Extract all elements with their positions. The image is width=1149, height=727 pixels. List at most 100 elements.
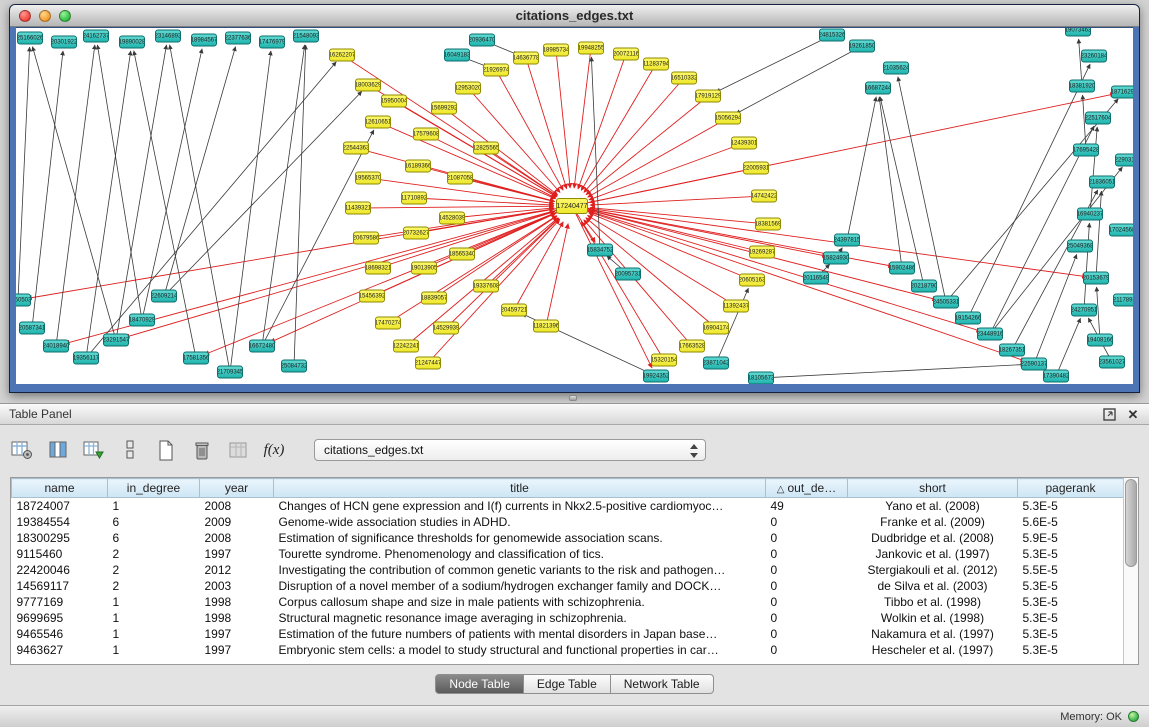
graph-node[interactable]: 15056294 [715,112,741,125]
table-cell[interactable]: Dudbridge et al. (2008) [848,530,1018,546]
table-row[interactable]: 946362711997Embryonic stem cells: a mode… [12,642,1124,658]
table-cell[interactable]: 0 [766,642,848,658]
graph-node[interactable]: 20116549 [803,272,829,285]
table-cell[interactable]: de Silva et al. (2003) [848,578,1018,594]
table-cell[interactable]: Tourette syndrome. Phenomenology and cla… [274,546,766,562]
graph-node[interactable]: 19154266 [955,312,981,325]
table-cell[interactable]: 49 [766,498,848,514]
graph-node[interactable]: 16672480 [249,340,275,353]
graph-node[interactable]: 24397815 [834,234,860,247]
graph-node[interactable]: 17579608 [413,128,439,141]
graph-node[interactable]: 12610651 [365,116,391,129]
table-cell[interactable]: Nakamura et al. (1997) [848,626,1018,642]
graph-node[interactable]: 24270951 [1071,304,1097,317]
minimize-window-button[interactable] [39,10,51,22]
table-cell[interactable]: 6 [108,530,200,546]
graph-node[interactable]: 24018940 [43,340,69,353]
table-cell[interactable]: 6 [108,514,200,530]
graph-node[interactable]: 18984567 [191,34,217,47]
table-cell[interactable]: 1 [108,626,200,642]
row-height-icon[interactable] [118,438,142,462]
graph-node[interactable]: 22517604 [1085,112,1111,125]
graph-node[interactable]: 19408166 [1087,334,1113,347]
column-header-in_degree[interactable]: in_degree [108,479,200,498]
graph-node[interactable]: 17024568 [1109,224,1133,237]
graph-node[interactable]: 21087058 [447,172,473,185]
graph-node[interactable]: 18105673 [748,372,774,385]
graph-node[interactable]: 21926974 [483,64,509,77]
graph-node[interactable]: 25084732 [281,360,307,373]
graph-node[interactable]: 18985734 [543,44,569,57]
table-cell[interactable]: 5.3E-5 [1018,610,1124,626]
table-row[interactable]: 911546021997Tourette syndrome. Phenomeno… [12,546,1124,562]
table-cell[interactable]: 1997 [200,546,274,562]
graph-node[interactable]: 23448916 [977,328,1003,341]
table-cell[interactable]: 0 [766,546,848,562]
table-cell[interactable]: 9465546 [12,626,108,642]
graph-node[interactable]: 11710892 [401,192,427,205]
column-header-short[interactable]: short [848,479,1018,498]
graph-node[interactable]: 25160503 [16,294,31,307]
table-cell[interactable]: 1 [108,594,200,610]
tab-network-table[interactable]: Network Table [611,674,714,694]
graph-node[interactable]: 16904174 [703,322,729,335]
table-cell[interactable]: 0 [766,578,848,594]
table-scrollbar-thumb[interactable] [1125,479,1137,567]
graph-node[interactable]: 19890028 [119,36,145,49]
graph-node[interactable]: 22590137 [1021,358,1047,371]
graph-node[interactable]: 20153679 [1083,272,1109,285]
table-cell[interactable]: 1998 [200,610,274,626]
table-cell[interactable]: 1997 [200,642,274,658]
graph-node[interactable]: 18267351 [999,344,1025,357]
graph-node[interactable]: 23260184 [1081,50,1107,63]
graph-node[interactable]: 20936470 [469,34,495,47]
graph-node[interactable]: 19356117 [73,352,99,365]
table-cell[interactable]: Yano et al. (2008) [848,498,1018,514]
graph-node[interactable]: 14528039 [439,212,465,225]
graph-node[interactable]: 23871042 [703,357,729,370]
table-cell[interactable]: 19384554 [12,514,108,530]
graph-node[interactable]: 19269287 [749,246,775,259]
table-cell[interactable]: 22420046 [12,562,108,578]
graph-node[interactable]: 20301922 [51,36,77,49]
graph-node[interactable]: 19013905 [411,262,437,275]
table-row[interactable]: 969969511998Structural magnetic resonanc… [12,610,1124,626]
delete-table-icon[interactable] [190,438,214,462]
graph-node[interactable]: 17663528 [679,340,705,353]
graph-node[interactable]: 21548093 [293,30,319,43]
close-window-button[interactable] [19,10,31,22]
graph-node[interactable]: 11821396 [533,320,559,333]
table-cell[interactable]: Investigating the contribution of common… [274,562,766,578]
table-cell[interactable]: 0 [766,530,848,546]
graph-node[interactable]: 21709345 [217,366,243,379]
window-titlebar[interactable]: citations_edges.txt [10,5,1139,27]
table-cell[interactable]: Stergiakouli et al. (2012) [848,562,1018,578]
new-table-icon[interactable] [154,438,178,462]
graph-node[interactable]: 16049183 [444,49,470,62]
graph-node[interactable]: 16687244 [865,82,891,95]
table-row[interactable]: 1456911722003Disruption of a novel membe… [12,578,1124,594]
table-cell[interactable]: 5.6E-5 [1018,514,1124,530]
table-cell[interactable]: 1 [108,498,200,514]
table-row[interactable]: 1872400712008Changes of HCN gene express… [12,498,1124,514]
table-cell[interactable]: Hescheler et al. (1997) [848,642,1018,658]
table-cell[interactable]: Embryonic stem cells: a model to study s… [274,642,766,658]
graph-node[interactable]: 17476979 [259,36,285,49]
table-row[interactable]: 1830029562008Estimation of significance … [12,530,1124,546]
graph-node[interactable]: 11283794 [643,58,669,71]
table-cell[interactable]: 2 [108,562,200,578]
table-cell[interactable]: 5.9E-5 [1018,530,1124,546]
function-builder-icon[interactable]: f(x) [262,438,286,462]
table-cell[interactable]: 1998 [200,594,274,610]
table-cell[interactable]: 1 [108,610,200,626]
graph-node[interactable]: 20459721 [501,304,527,317]
table-cell[interactable]: 5.3E-5 [1018,626,1124,642]
graph-node[interactable]: 22377636 [225,32,251,45]
window-resize-handle[interactable] [569,395,577,401]
graph-node[interactable]: 16940237 [1077,208,1103,221]
graph-node[interactable]: 18381569 [755,218,781,231]
graph-node[interactable]: 24162737 [83,30,109,43]
table-cell[interactable]: 1997 [200,626,274,642]
float-panel-icon[interactable] [1102,407,1116,421]
graph-node[interactable]: 19948255 [578,42,604,55]
